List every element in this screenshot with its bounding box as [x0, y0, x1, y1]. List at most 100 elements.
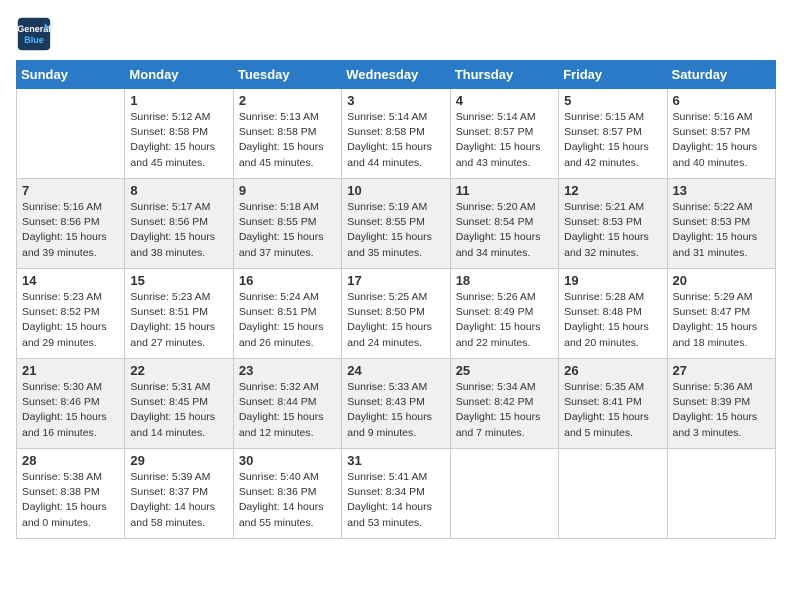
day-cell — [17, 89, 125, 179]
weekday-saturday: Saturday — [667, 61, 775, 89]
day-info: Sunrise: 5:16 AM Sunset: 8:57 PM Dayligh… — [673, 110, 770, 171]
day-info: Sunrise: 5:30 AM Sunset: 8:46 PM Dayligh… — [22, 380, 119, 441]
weekday-tuesday: Tuesday — [233, 61, 341, 89]
day-info: Sunrise: 5:14 AM Sunset: 8:58 PM Dayligh… — [347, 110, 444, 171]
day-cell: 1 Sunrise: 5:12 AM Sunset: 8:58 PM Daylig… — [125, 89, 233, 179]
day-cell: 2 Sunrise: 5:13 AM Sunset: 8:58 PM Daylig… — [233, 89, 341, 179]
day-cell: 9Sunrise: 5:18 AM Sunset: 8:55 PM Daylig… — [233, 179, 341, 269]
day-cell: 10 Sunrise: 5:19 AM Sunset: 8:55 PM Dayli… — [342, 179, 450, 269]
day-cell: 31 Sunrise: 5:41 AM Sunset: 8:34 PM Dayli… — [342, 449, 450, 539]
day-number: 2 — [239, 93, 336, 108]
day-cell: 22 Sunrise: 5:31 AM Sunset: 8:45 PM Dayli… — [125, 359, 233, 449]
day-number: 23 — [239, 363, 336, 378]
day-cell: 29Sunrise: 5:39 AM Sunset: 8:37 PM Dayli… — [125, 449, 233, 539]
day-number: 30 — [239, 453, 336, 468]
day-cell: 11Sunrise: 5:20 AM Sunset: 8:54 PM Dayli… — [450, 179, 558, 269]
calendar-table: SundayMondayTuesdayWednesdayThursdayFrid… — [16, 60, 776, 539]
day-cell: 27 Sunrise: 5:36 AM Sunset: 8:39 PM Dayli… — [667, 359, 775, 449]
day-info: Sunrise: 5:24 AM Sunset: 8:51 PM Dayligh… — [239, 290, 336, 351]
day-info: Sunrise: 5:18 AM Sunset: 8:55 PM Dayligh… — [239, 200, 336, 261]
day-cell: 23 Sunrise: 5:32 AM Sunset: 8:44 PM Dayli… — [233, 359, 341, 449]
day-number: 13 — [673, 183, 770, 198]
day-number: 22 — [130, 363, 227, 378]
day-info: Sunrise: 5:23 AM Sunset: 8:51 PM Dayligh… — [130, 290, 227, 351]
day-info: Sunrise: 5:35 AM Sunset: 8:41 PM Dayligh… — [564, 380, 661, 441]
day-info: Sunrise: 5:33 AM Sunset: 8:43 PM Dayligh… — [347, 380, 444, 441]
day-cell — [559, 449, 667, 539]
day-cell: 5 Sunrise: 5:15 AM Sunset: 8:57 PM Daylig… — [559, 89, 667, 179]
day-number: 8 — [130, 183, 227, 198]
svg-text:Blue: Blue — [24, 35, 44, 45]
day-number: 19 — [564, 273, 661, 288]
day-cell: 24Sunrise: 5:33 AM Sunset: 8:43 PM Dayli… — [342, 359, 450, 449]
day-cell: 28 Sunrise: 5:38 AM Sunset: 8:38 PM Dayli… — [17, 449, 125, 539]
day-cell: 4 Sunrise: 5:14 AM Sunset: 8:57 PM Daylig… — [450, 89, 558, 179]
weekday-sunday: Sunday — [17, 61, 125, 89]
day-info: Sunrise: 5:39 AM Sunset: 8:37 PM Dayligh… — [130, 470, 227, 531]
weekday-friday: Friday — [559, 61, 667, 89]
day-cell — [450, 449, 558, 539]
day-cell: 20 Sunrise: 5:29 AM Sunset: 8:47 PM Dayli… — [667, 269, 775, 359]
day-info: Sunrise: 5:34 AM Sunset: 8:42 PM Dayligh… — [456, 380, 553, 441]
day-cell: 15 Sunrise: 5:23 AM Sunset: 8:51 PM Dayli… — [125, 269, 233, 359]
week-row-2: 7 Sunrise: 5:16 AM Sunset: 8:56 PM Daylig… — [17, 179, 776, 269]
day-cell: 21 Sunrise: 5:30 AM Sunset: 8:46 PM Dayli… — [17, 359, 125, 449]
day-info: Sunrise: 5:12 AM Sunset: 8:58 PM Dayligh… — [130, 110, 227, 171]
day-cell: 30 Sunrise: 5:40 AM Sunset: 8:36 PM Dayli… — [233, 449, 341, 539]
week-row-5: 28 Sunrise: 5:38 AM Sunset: 8:38 PM Dayli… — [17, 449, 776, 539]
day-number: 27 — [673, 363, 770, 378]
day-info: Sunrise: 5:29 AM Sunset: 8:47 PM Dayligh… — [673, 290, 770, 351]
day-info: Sunrise: 5:15 AM Sunset: 8:57 PM Dayligh… — [564, 110, 661, 171]
day-number: 7 — [22, 183, 119, 198]
day-info: Sunrise: 5:16 AM Sunset: 8:56 PM Dayligh… — [22, 200, 119, 261]
logo-icon: General Blue — [16, 16, 52, 52]
day-number: 10 — [347, 183, 444, 198]
day-info: Sunrise: 5:28 AM Sunset: 8:48 PM Dayligh… — [564, 290, 661, 351]
day-number: 17 — [347, 273, 444, 288]
day-number: 3 — [347, 93, 444, 108]
day-info: Sunrise: 5:31 AM Sunset: 8:45 PM Dayligh… — [130, 380, 227, 441]
day-info: Sunrise: 5:17 AM Sunset: 8:56 PM Dayligh… — [130, 200, 227, 261]
day-cell: 3 Sunrise: 5:14 AM Sunset: 8:58 PM Daylig… — [342, 89, 450, 179]
day-cell: 13 Sunrise: 5:22 AM Sunset: 8:53 PM Dayli… — [667, 179, 775, 269]
day-cell: 12 Sunrise: 5:21 AM Sunset: 8:53 PM Dayli… — [559, 179, 667, 269]
weekday-thursday: Thursday — [450, 61, 558, 89]
day-info: Sunrise: 5:22 AM Sunset: 8:53 PM Dayligh… — [673, 200, 770, 261]
day-number: 21 — [22, 363, 119, 378]
day-cell: 17 Sunrise: 5:25 AM Sunset: 8:50 PM Dayli… — [342, 269, 450, 359]
day-number: 11 — [456, 183, 553, 198]
day-info: Sunrise: 5:38 AM Sunset: 8:38 PM Dayligh… — [22, 470, 119, 531]
day-number: 12 — [564, 183, 661, 198]
weekday-wednesday: Wednesday — [342, 61, 450, 89]
day-number: 25 — [456, 363, 553, 378]
day-info: Sunrise: 5:36 AM Sunset: 8:39 PM Dayligh… — [673, 380, 770, 441]
day-number: 5 — [564, 93, 661, 108]
day-cell: 8 Sunrise: 5:17 AM Sunset: 8:56 PM Daylig… — [125, 179, 233, 269]
day-number: 14 — [22, 273, 119, 288]
day-cell: 19 Sunrise: 5:28 AM Sunset: 8:48 PM Dayli… — [559, 269, 667, 359]
day-cell: 6 Sunrise: 5:16 AM Sunset: 8:57 PM Daylig… — [667, 89, 775, 179]
day-number: 20 — [673, 273, 770, 288]
day-number: 31 — [347, 453, 444, 468]
day-cell — [667, 449, 775, 539]
day-info: Sunrise: 5:14 AM Sunset: 8:57 PM Dayligh… — [456, 110, 553, 171]
day-cell: 18Sunrise: 5:26 AM Sunset: 8:49 PM Dayli… — [450, 269, 558, 359]
week-row-3: 14Sunrise: 5:23 AM Sunset: 8:52 PM Dayli… — [17, 269, 776, 359]
day-number: 4 — [456, 93, 553, 108]
day-number: 6 — [673, 93, 770, 108]
day-number: 15 — [130, 273, 227, 288]
logo: General Blue — [16, 16, 52, 52]
day-info: Sunrise: 5:41 AM Sunset: 8:34 PM Dayligh… — [347, 470, 444, 531]
week-row-1: 1 Sunrise: 5:12 AM Sunset: 8:58 PM Daylig… — [17, 89, 776, 179]
weekday-header-row: SundayMondayTuesdayWednesdayThursdayFrid… — [17, 61, 776, 89]
day-info: Sunrise: 5:32 AM Sunset: 8:44 PM Dayligh… — [239, 380, 336, 441]
day-info: Sunrise: 5:21 AM Sunset: 8:53 PM Dayligh… — [564, 200, 661, 261]
day-info: Sunrise: 5:40 AM Sunset: 8:36 PM Dayligh… — [239, 470, 336, 531]
day-number: 26 — [564, 363, 661, 378]
week-row-4: 21 Sunrise: 5:30 AM Sunset: 8:46 PM Dayli… — [17, 359, 776, 449]
day-number: 28 — [22, 453, 119, 468]
day-info: Sunrise: 5:25 AM Sunset: 8:50 PM Dayligh… — [347, 290, 444, 351]
day-number: 1 — [130, 93, 227, 108]
day-info: Sunrise: 5:13 AM Sunset: 8:58 PM Dayligh… — [239, 110, 336, 171]
day-info: Sunrise: 5:19 AM Sunset: 8:55 PM Dayligh… — [347, 200, 444, 261]
